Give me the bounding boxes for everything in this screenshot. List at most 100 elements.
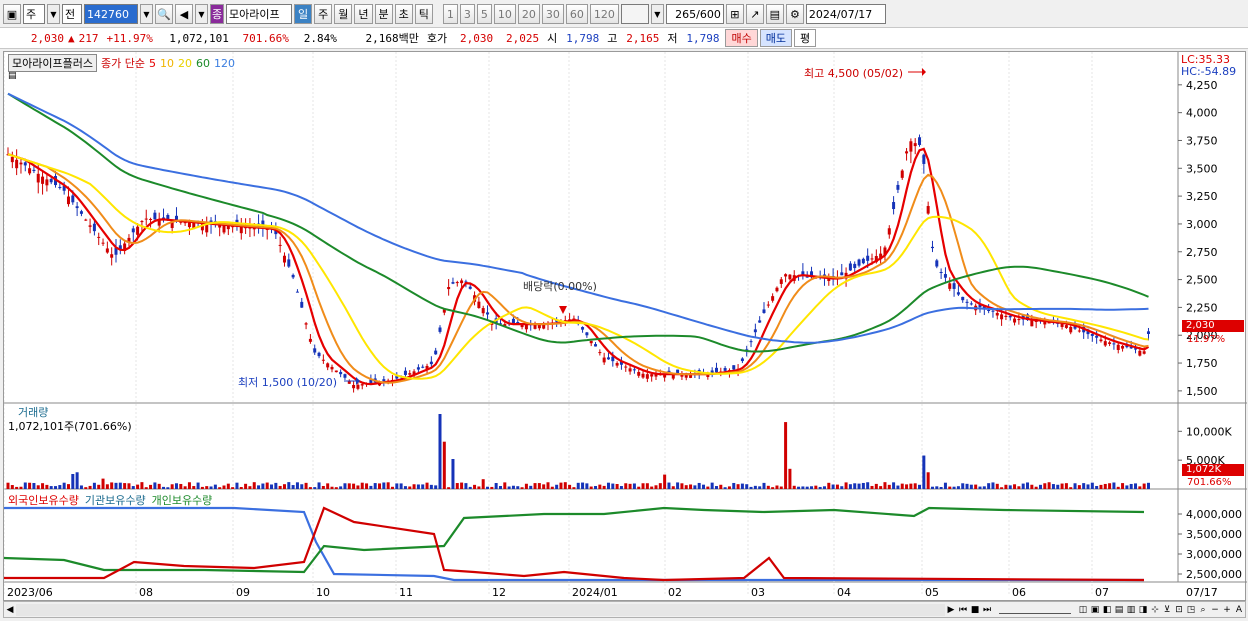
volume-bar bbox=[45, 484, 49, 489]
interval-20[interactable]: 20 bbox=[517, 4, 540, 24]
price-tick-label: 3,750 bbox=[1186, 134, 1218, 147]
candle-body bbox=[10, 156, 14, 163]
volume-bar bbox=[174, 483, 178, 489]
tab-year[interactable]: 년 bbox=[354, 4, 373, 24]
volume-bar bbox=[118, 482, 122, 489]
tool-icon-7[interactable]: ⊹ bbox=[1149, 603, 1161, 617]
stop-icon[interactable]: ■ bbox=[969, 603, 981, 617]
volume-bar bbox=[1021, 483, 1025, 489]
period-select[interactable]: 전 bbox=[62, 4, 82, 24]
volume-bar bbox=[287, 482, 291, 489]
interval-5[interactable]: 5 bbox=[476, 4, 492, 24]
stock-code-input[interactable]: 142760 bbox=[84, 4, 138, 24]
tab-minute[interactable]: 분 bbox=[374, 4, 393, 24]
candle-body bbox=[1090, 333, 1094, 336]
plus-icon[interactable]: + bbox=[1221, 603, 1233, 617]
forward-icon[interactable]: ⏭ bbox=[981, 603, 993, 617]
volume-bar bbox=[313, 487, 317, 489]
sell-button[interactable]: 매도 bbox=[759, 29, 792, 47]
scroll-right-icon[interactable]: ▶ bbox=[945, 603, 957, 617]
x-tick-label: 2024/01 bbox=[572, 586, 618, 599]
tab-day[interactable]: 일 bbox=[294, 4, 313, 24]
volume-bar bbox=[1047, 482, 1051, 489]
volume-bar bbox=[162, 486, 166, 489]
tool-icon-4[interactable]: ▤ bbox=[1113, 603, 1125, 617]
volume-bar bbox=[879, 486, 883, 489]
speaker-dropdown-icon[interactable]: ▼ bbox=[195, 4, 208, 24]
search-icon[interactable]: 🔍 bbox=[155, 4, 173, 24]
volume-bar bbox=[628, 483, 632, 489]
scroll-track[interactable] bbox=[16, 603, 945, 616]
interval-3[interactable]: 3 bbox=[459, 4, 475, 24]
candle-body bbox=[308, 338, 312, 342]
candle-body bbox=[382, 379, 386, 382]
gear-icon[interactable]: ⚙ bbox=[785, 4, 804, 24]
chart-options-icon[interactable]: ▤ bbox=[8, 71, 17, 81]
volume-bar bbox=[779, 486, 783, 489]
bar-count-field[interactable]: 265/600 bbox=[665, 4, 724, 24]
save-icon[interactable]: ▤ bbox=[765, 4, 784, 24]
tool-icon-9[interactable]: ⊡ bbox=[1173, 603, 1185, 617]
chart-area[interactable]: 4,250 4,000 3,750 3,500 3,250 3,000 2,750 2,500… bbox=[3, 51, 1247, 602]
candle-body bbox=[1004, 315, 1008, 318]
zoom-out-search-icon[interactable]: ⌕ bbox=[1197, 603, 1209, 617]
volume-bar bbox=[606, 482, 610, 489]
date-input[interactable]: 2024/07/17 bbox=[805, 4, 886, 24]
pyeong-button[interactable]: 평 bbox=[793, 29, 817, 47]
interval-dropdown-icon[interactable]: ▼ bbox=[650, 4, 664, 24]
tool-icon-5[interactable]: ▥ bbox=[1125, 603, 1137, 617]
buy-button[interactable]: 매수 bbox=[725, 29, 758, 47]
chart-scrollbar[interactable]: ◀ ▶ ⏮ ■ ⏭ ◫ ▣ ◧ ▤ ▥ ◨ ⊹ ⊻ ⊡ ◳ ⌕ − + A bbox=[3, 601, 1246, 618]
price-tick-label: 2,750 bbox=[1186, 246, 1218, 259]
chevron-down-icon[interactable]: ▼ bbox=[47, 4, 60, 24]
price-chart[interactable]: 4,250 4,000 3,750 3,500 3,250 3,000 2,750 2,500… bbox=[4, 52, 1247, 602]
candle-body bbox=[1008, 315, 1012, 318]
ma60-line bbox=[7, 92, 1149, 353]
legend-stock-name[interactable]: 모아라이프플러스 bbox=[8, 54, 97, 72]
volume-bar bbox=[918, 484, 922, 489]
volume-bar bbox=[848, 484, 852, 489]
speaker-icon[interactable]: ◀ bbox=[175, 4, 193, 24]
tool-icon-1[interactable]: ◫ bbox=[1077, 603, 1089, 617]
draw-tool-icon[interactable]: ↗ bbox=[745, 4, 764, 24]
tool-icon-3[interactable]: ◧ bbox=[1101, 603, 1113, 617]
minus-icon[interactable]: − bbox=[1209, 603, 1221, 617]
tab-tick[interactable]: 틱 bbox=[414, 4, 433, 24]
legend-institution: 기관보유수량 bbox=[84, 494, 146, 507]
volume-bar bbox=[23, 482, 27, 489]
tab-month[interactable]: 월 bbox=[334, 4, 353, 24]
volume-bar bbox=[97, 484, 101, 489]
volume-bar bbox=[157, 483, 161, 489]
market-select[interactable]: 주 bbox=[23, 4, 45, 24]
volume-bar bbox=[866, 482, 870, 489]
candle-body bbox=[632, 369, 636, 371]
volume-bar bbox=[144, 487, 148, 489]
tool-icon-6[interactable]: ◨ bbox=[1137, 603, 1149, 617]
code-dropdown-icon[interactable]: ▼ bbox=[140, 4, 153, 24]
chart-legend: 모아라이프플러스 종가 단순 5 10 20 60 120 bbox=[8, 54, 235, 72]
font-size-icon[interactable]: A bbox=[1233, 603, 1245, 617]
volume-bar bbox=[373, 483, 377, 489]
tool-icon-2[interactable]: ▣ bbox=[1089, 603, 1101, 617]
volume-bar bbox=[304, 482, 308, 489]
custom-interval-input[interactable] bbox=[620, 4, 649, 24]
tab-second[interactable]: 초 bbox=[394, 4, 413, 24]
candle-body bbox=[291, 274, 295, 278]
tool-icon-10[interactable]: ◳ bbox=[1185, 603, 1197, 617]
interval-1[interactable]: 1 bbox=[442, 4, 458, 24]
volume-bar bbox=[399, 483, 403, 489]
interval-60[interactable]: 60 bbox=[565, 4, 588, 24]
volume-bar bbox=[92, 482, 96, 489]
tool-icon-8[interactable]: ⊻ bbox=[1161, 603, 1173, 617]
interval-30[interactable]: 30 bbox=[541, 4, 564, 24]
candle-body bbox=[343, 374, 347, 378]
tab-week[interactable]: 주 bbox=[314, 4, 333, 24]
interval-120[interactable]: 120 bbox=[589, 4, 619, 24]
layout-icon[interactable]: ▣ bbox=[3, 4, 21, 24]
volume-bar bbox=[278, 485, 282, 489]
candle-icon[interactable]: ⊞ bbox=[725, 4, 744, 24]
interval-10[interactable]: 10 bbox=[493, 4, 516, 24]
zoom-slider[interactable] bbox=[999, 606, 1071, 614]
scroll-left-icon[interactable]: ◀ bbox=[4, 603, 16, 617]
rewind-icon[interactable]: ⏮ bbox=[957, 603, 969, 617]
